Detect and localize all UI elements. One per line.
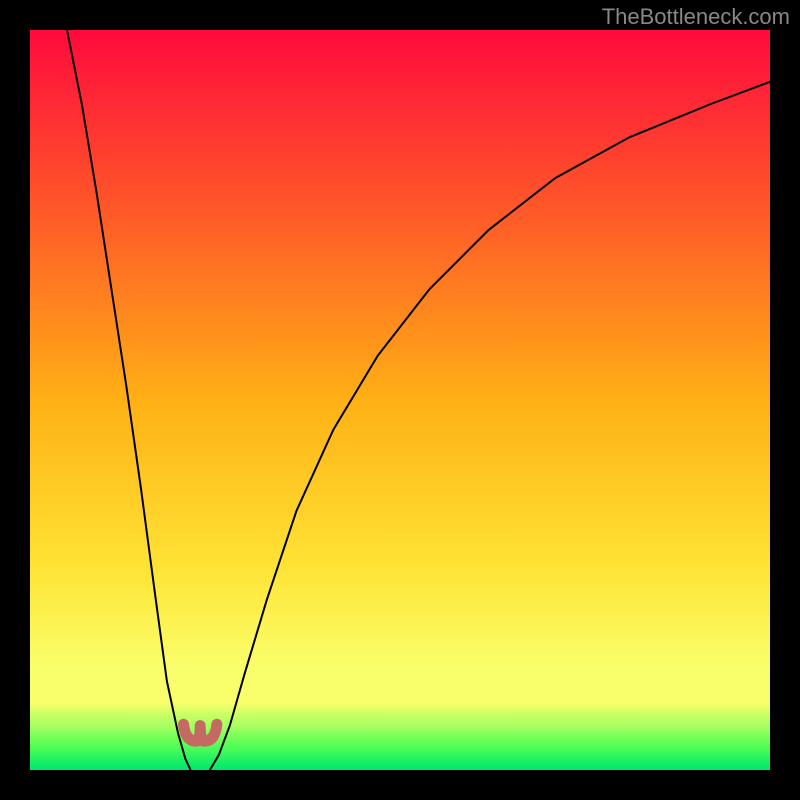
chart-frame: TheBottleneck.com [0, 0, 800, 800]
valley-dip-marker [184, 724, 217, 741]
plot-area [30, 30, 770, 770]
curve-right-limb [210, 82, 770, 770]
watermark-text: TheBottleneck.com [602, 4, 790, 30]
curve-left-limb [67, 30, 191, 770]
curve-layer [30, 30, 770, 770]
